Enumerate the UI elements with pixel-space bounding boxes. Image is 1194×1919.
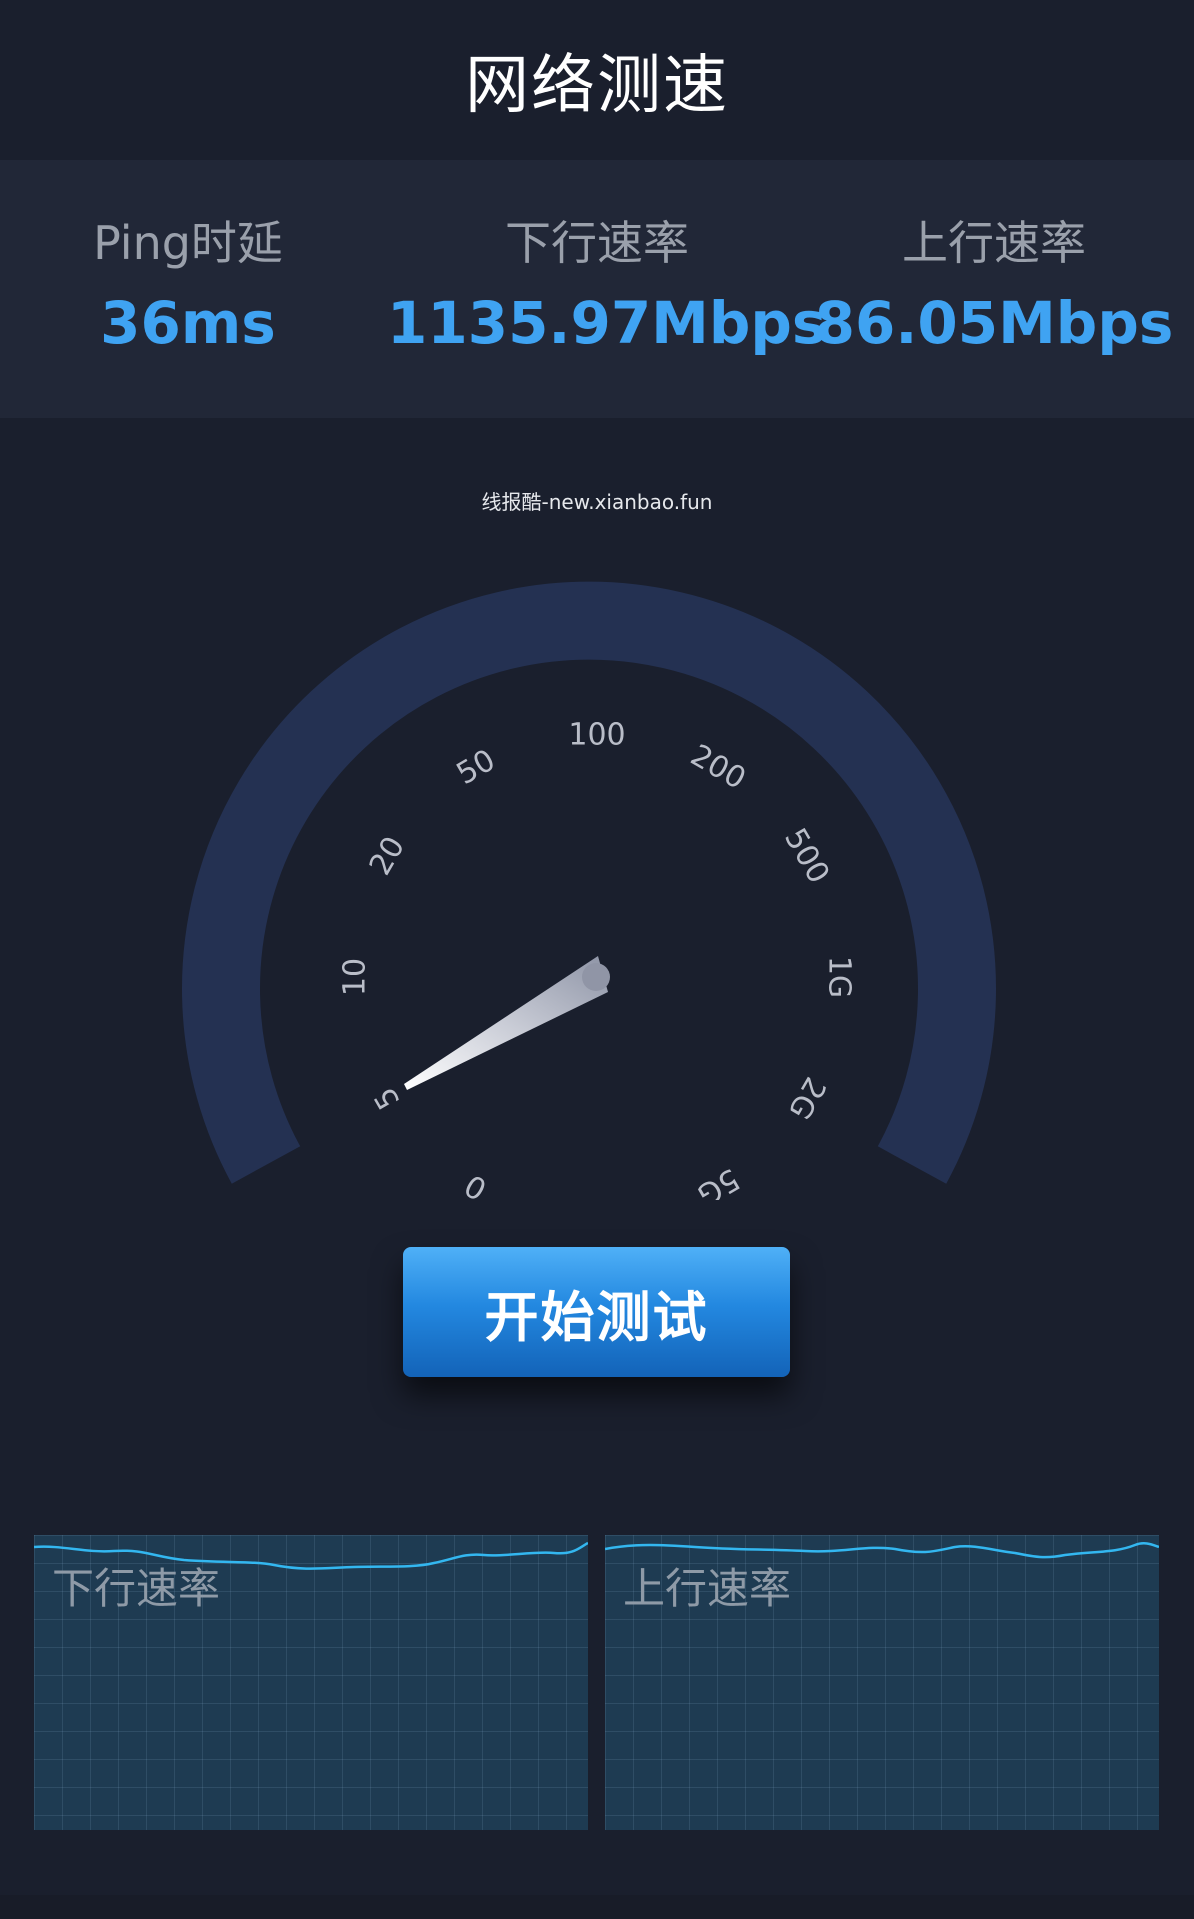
download-value: 1135.97Mbps — [387, 289, 827, 357]
gauge-tick-label: 0 — [459, 1167, 493, 1200]
gauge-tick-label: 50 — [451, 743, 502, 792]
bottom-bar — [0, 1895, 1194, 1919]
upload-value: 86.05Mbps — [814, 289, 1174, 357]
gauge-tick-label: 2G — [781, 1071, 832, 1125]
upload-chart-label: 上行速率 — [623, 1564, 792, 1613]
stats-panel: Ping时延 36ms 下行速率 1135.97Mbps 上行速率 86.05M… — [0, 160, 1194, 418]
gauge-tick-label: 5G — [691, 1161, 745, 1200]
gauge-hub — [582, 963, 610, 991]
gauge-tick-label: 200 — [684, 738, 751, 797]
start-test-button[interactable]: 开始测试 — [403, 1247, 790, 1377]
stat-download: 下行速率 1135.97Mbps — [387, 215, 827, 365]
gauge-tick-label: 1G — [822, 956, 857, 998]
upload-chart: 上行速率 — [605, 1535, 1159, 1830]
stat-ping: Ping时延 36ms — [0, 215, 398, 365]
watermark-text: 线报酷-new.xianbao.fun — [481, 490, 713, 514]
stat-upload: 上行速率 86.05Mbps — [784, 215, 1194, 365]
page-title: 网络测速 — [465, 49, 729, 123]
gauge-needle — [404, 956, 608, 1090]
gauge-tick-label: 20 — [363, 831, 412, 882]
gauge-tick-label: 10 — [338, 958, 373, 996]
download-chart-label: 下行速率 — [52, 1564, 221, 1613]
download-chart: 下行速率 — [34, 1535, 588, 1830]
download-label: 下行速率 — [505, 216, 689, 270]
gauge-tick-label: 500 — [777, 822, 836, 889]
ping-value: 36ms — [100, 289, 276, 357]
header: 网络测速 — [0, 0, 1194, 160]
speed-gauge: 0 5 10 20 50 100 200 500 1G 2G 5G — [182, 581, 996, 1200]
ping-label: Ping时延 — [93, 216, 283, 270]
upload-label: 上行速率 — [902, 216, 1086, 270]
start-test-label: 开始测试 — [484, 1285, 709, 1349]
gauge-tick-label: 5 — [367, 1081, 407, 1115]
gauge-arc — [182, 581, 996, 1184]
gauge-tick-label: 100 — [568, 718, 625, 753]
